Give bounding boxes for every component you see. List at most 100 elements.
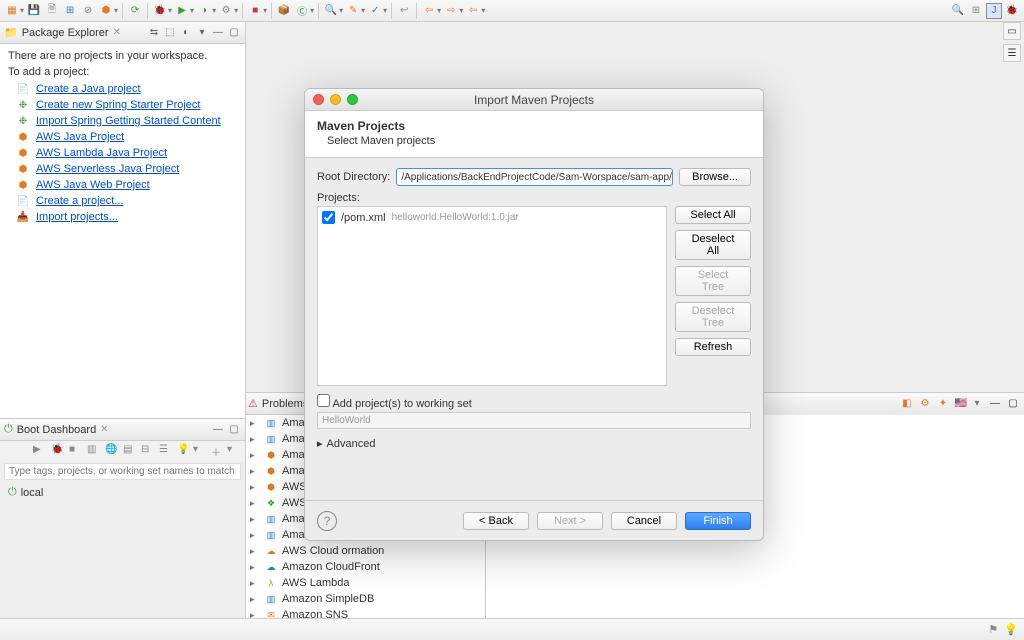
finish-button[interactable]: Finish [685,512,751,530]
package-explorer-header: 📁 Package Explorer ✕ ⇆ ⬚ ◐ ▾ — ▢ [0,22,245,44]
new-package-icon[interactable]: 📦 [276,3,292,19]
new-icon[interactable]: ▦ [4,3,20,19]
java-perspective-icon[interactable]: J [986,3,1002,19]
root-dir-combo[interactable]: /Applications/BackEndProjectCode/Sam-Wor… [396,168,673,186]
boot-open-icon[interactable]: ▥ [87,444,101,458]
refresh-button[interactable]: Refresh [675,338,751,356]
boot-browser-icon[interactable]: 🌐 [105,444,119,458]
dialog-title: Import Maven Projects [305,93,763,107]
view-menu-icon[interactable]: ▾ [195,26,209,40]
task-icon[interactable]: ✓ [367,3,383,19]
skip-breakpoints-icon[interactable]: ⊘ [80,3,96,19]
link-aws-serverless[interactable]: AWS Serverless Java Project [36,163,179,175]
link-aws-java[interactable]: AWS Java Project [36,131,124,143]
power-icon: ⏻ [8,486,17,499]
browse-button[interactable]: Browse... [679,168,751,186]
boot-console-icon[interactable]: ▤ [123,444,137,458]
dialog-subheading: Select Maven projects [317,135,751,147]
wand-icon[interactable]: ✎ [345,3,361,19]
spring-import-icon: ❉ [16,114,30,128]
dialog-heading: Maven Projects [317,119,751,133]
link-editor-icon[interactable]: ⬚ [163,26,177,40]
collapse-all-icon[interactable]: ⇆ [147,26,161,40]
run-icon[interactable]: ▶ [174,3,190,19]
debug-perspective-icon[interactable]: 🐞 [1004,3,1020,19]
minimize-icon[interactable]: — [211,26,225,40]
deselect-all-button[interactable]: Deselect All [675,230,751,260]
problems-tab[interactable]: Problems [262,398,308,410]
boot-collapse-icon[interactable]: ⊟ [141,444,155,458]
boot-max-icon[interactable]: ▢ [227,423,241,437]
prev-edit-icon[interactable]: ↩ [396,3,412,19]
last-edit-icon[interactable]: ⇦ [465,3,481,19]
tree-row[interactable]: ▸λAWS Lambda [246,575,485,591]
tree-row[interactable]: ▸✉Amazon SNS [246,607,485,618]
stop-server-icon[interactable]: ■ [247,3,263,19]
open-perspective-icon[interactable]: ⊞ [968,3,984,19]
forward-nav-icon[interactable]: ⇨ [443,3,459,19]
package-explorer-body: There are no projects in your workspace.… [0,44,245,418]
relaunch-icon[interactable]: ⟳ [127,3,143,19]
trim-restore-icon[interactable]: ▭ [1003,22,1021,40]
link-spring-import[interactable]: Import Spring Getting Started Content [36,115,221,127]
link-aws-lambda[interactable]: AWS Lambda Java Project [36,147,167,159]
project-row[interactable]: /pom.xml helloworld:HelloWorld:1.0:jar [322,211,662,224]
next-button: Next > [537,512,603,530]
boot-min-icon[interactable]: — [211,423,225,437]
back-button[interactable]: < Back [463,512,529,530]
rv-icon1[interactable]: ◧ [900,397,914,411]
boot-add-icon[interactable]: ＋ [211,444,225,458]
status-tip-icon[interactable]: 💡 [1004,623,1018,636]
rv-flag-icon[interactable]: 🇺🇸 [954,397,968,411]
boot-dashboard-view: ⏻ Boot Dashboard ✕ — ▢ ▶ 🐞 ■ ▥ 🌐 ▤ ⊟ ☰ 💡… [0,418,245,618]
debug-icon[interactable]: 🐞 [152,3,168,19]
select-all-button[interactable]: Select All [675,206,751,224]
aws-cube-icon[interactable]: ⬢ [98,3,114,19]
tree-row[interactable]: ▸☁Amazon CloudFront [246,559,485,575]
project-checkbox[interactable] [322,211,335,224]
boot-filter-icon[interactable]: ☰ [159,444,173,458]
search-icon[interactable]: 🔍 [950,3,966,19]
toggle-breadcrumb-icon[interactable]: ⊞ [62,3,78,19]
focus-task-icon[interactable]: ◐ [179,26,193,40]
link-import-projects[interactable]: Import projects... [36,211,118,223]
boot-start-icon[interactable]: ▶ [33,444,47,458]
save-icon[interactable]: 💾 [26,3,42,19]
projects-label: Projects: [317,192,360,204]
rv-icon2[interactable]: ⚙ [918,397,932,411]
import-icon: 📥 [16,210,30,224]
tree-row[interactable]: ▸☁AWS Cloud ormation [246,543,485,559]
rv-icon3[interactable]: ✦ [936,397,950,411]
maximize-icon[interactable]: ▢ [227,26,241,40]
dialog-titlebar[interactable]: Import Maven Projects [305,89,763,111]
boot-debug-icon[interactable]: 🐞 [51,444,65,458]
root-dir-value: /Applications/BackEndProjectCode/Sam-Wor… [401,172,673,183]
back-nav-icon[interactable]: ⇦ [421,3,437,19]
root-dir-label: Root Directory: [317,171,390,183]
advanced-toggle[interactable]: ▸ Advanced [317,437,751,450]
rv-max-icon[interactable]: ▢ [1006,397,1020,411]
new-class-icon[interactable]: Ⓒ [294,3,310,19]
coverage-icon[interactable]: ◑ [196,3,212,19]
boot-stop-icon[interactable]: ■ [69,444,83,458]
package-explorer-title: Package Explorer [22,27,109,39]
link-spring-starter[interactable]: Create new Spring Starter Project [36,99,200,111]
status-alert-icon[interactable]: ⚑ [988,623,998,636]
save-all-icon[interactable]: 🗎 [44,3,60,19]
help-icon[interactable]: ? [317,511,337,531]
external-tools-icon[interactable]: ⚙ [218,3,234,19]
boot-bulb-icon[interactable]: 💡 [177,444,191,458]
boot-item-local[interactable]: ⏻local [8,486,237,499]
link-create-java[interactable]: Create a Java project [36,83,141,95]
boot-filter-input[interactable] [4,463,241,480]
add-ws-checkbox[interactable] [317,394,330,407]
link-aws-web[interactable]: AWS Java Web Project [36,179,150,191]
search-flash-icon[interactable]: 🔍 [323,3,339,19]
link-create-project[interactable]: Create a project... [36,195,123,207]
cancel-button[interactable]: Cancel [611,512,677,530]
trim-outline-icon[interactable]: ☰ [1003,44,1021,62]
tree-row[interactable]: ▸▥Amazon SimpleDB [246,591,485,607]
add-ws-checkbox-row[interactable]: Add project(s) to working set [317,398,472,410]
new-proj-icon: 📄 [16,194,30,208]
rv-min-icon[interactable]: — [988,397,1002,411]
